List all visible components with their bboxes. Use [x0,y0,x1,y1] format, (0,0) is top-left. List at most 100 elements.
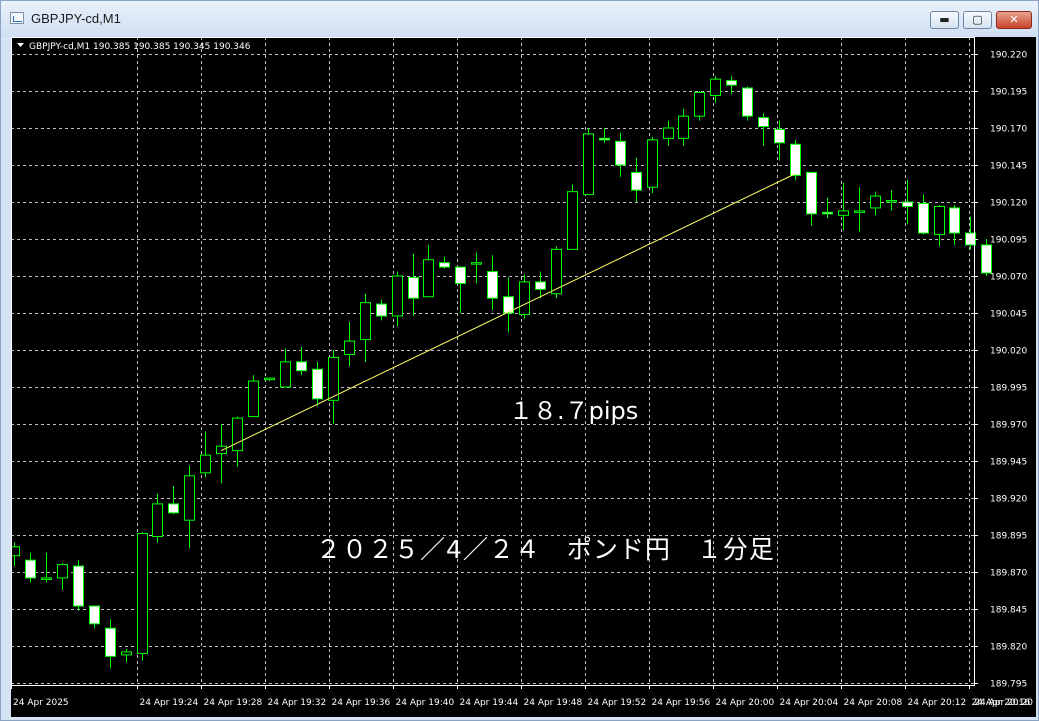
candle [678,108,689,146]
candle [902,179,913,225]
candle-body-bear [758,117,769,128]
x-tick-label: 24 Apr 20:08 [844,698,903,708]
candle-body-bear [918,202,929,234]
x-tick-label: 24 Apr 19:48 [524,698,583,708]
candle-body-bull [248,380,259,418]
y-tick-label: 190.220 [990,51,1027,61]
candle [296,347,307,376]
candle [9,542,20,567]
y-tick-label: 190.095 [990,236,1027,246]
candle-body-bear [439,262,450,268]
candle-body-bull [121,651,132,656]
candle-body-bull [567,191,578,250]
info-label: GBPJPY-cd,M1 190.385 190.385 190.345 190… [17,42,251,52]
candle [854,187,865,232]
y-tick-label: 190.020 [990,347,1027,357]
close-button[interactable]: ✕ [996,11,1032,29]
candle [376,299,387,321]
candle-body-bear [631,171,642,191]
candle-body-bear [487,271,498,299]
candle-body-bull [392,275,403,317]
candle [583,128,594,196]
candle-body-bull [137,533,148,654]
y-tick-label: 189.970 [990,421,1027,431]
x-tick-label: 24 Apr 20:04 [780,698,839,708]
y-tick-label: 189.920 [990,495,1027,505]
y-tick-label: 189.895 [990,532,1027,542]
candle-body-bear [105,627,116,657]
candle [599,128,610,143]
candle-body-bear [296,361,307,372]
candle [949,204,960,245]
candle [105,619,116,669]
candle-body-bear [949,207,960,234]
candle-body-bull [647,139,658,188]
candle [806,171,817,226]
y-tick-label: 190.195 [990,88,1027,98]
x-tick-label: 24 Apr 20:20 [974,698,1033,708]
candle [631,157,642,202]
maximize-button[interactable]: ▢ [963,11,992,29]
candle-body-bull [934,205,945,236]
candle [89,605,100,629]
candle-body-bull [152,503,163,537]
candle [567,184,578,250]
candle [519,274,530,319]
candle [790,139,801,180]
candle-body-bear [774,128,785,144]
candle [487,255,498,311]
candle-body-bear [599,137,610,141]
candle [168,486,179,515]
candle-body-bull [280,361,291,388]
candles [9,76,992,669]
y-tick-label: 190.145 [990,162,1027,172]
candle [471,252,482,284]
y-tick-label: 190.070 [990,273,1027,283]
candle [615,132,626,177]
x-tick-label: 24 Apr 20:12 [908,698,967,708]
candle-body-bull [838,210,849,216]
candlestick-chart[interactable]: 190.220 190.195 190.170 190.145 190.120 190.0… [9,37,1036,717]
title-bar[interactable]: GBPJPY-cd,M1 ▬ ▢ ✕ [1,1,1038,37]
minimize-button[interactable]: ▬ [930,11,959,29]
candle-body-bear [615,140,626,166]
y-tick-label: 189.945 [990,458,1027,468]
candle [663,120,674,146]
grid [11,37,974,685]
x-tick-label: 24 Apr 2025 [13,698,69,708]
candle-body-bull [41,577,52,580]
candle [121,648,132,663]
candle [152,493,163,543]
dropdown-triangle-icon[interactable] [17,43,24,47]
candle-body-bull [583,133,594,196]
x-tick-label: 24 Apr 19:36 [332,698,391,708]
candle [870,191,881,216]
candle [886,190,897,211]
x-tick-label: 24 Apr 19:40 [396,698,455,708]
candle-body-bull [184,475,195,521]
y-tick-label: 190.045 [990,310,1027,320]
candle [25,552,36,583]
candle [280,348,291,388]
candle-body-bull [854,210,865,213]
y-tick-label: 189.870 [990,569,1027,579]
candle-body-bear [806,171,817,215]
candle-body-bear [73,565,84,607]
candle [838,182,849,231]
candle [137,532,148,661]
candle-body-bear [89,605,100,625]
candle [758,113,769,146]
y-tick-label: 189.845 [990,606,1027,616]
candle-body-bear [902,201,913,207]
chart-info-text: GBPJPY-cd,M1 190.385 190.385 190.345 190… [29,42,251,52]
candle-body-bear [408,276,419,299]
x-tick-label: 24 Apr 19:44 [460,698,519,708]
candle-body-bear [312,368,323,400]
candle-body-bull [710,78,721,96]
y-tick-label: 190.170 [990,125,1027,135]
candle-body-bear [535,281,546,290]
candle-body-bear [981,244,992,274]
candle-body-bull [694,91,705,117]
candle-body-bull [360,302,371,341]
chart-area[interactable]: 190.220 190.195 190.170 190.145 190.120 190.0… [9,37,1036,717]
